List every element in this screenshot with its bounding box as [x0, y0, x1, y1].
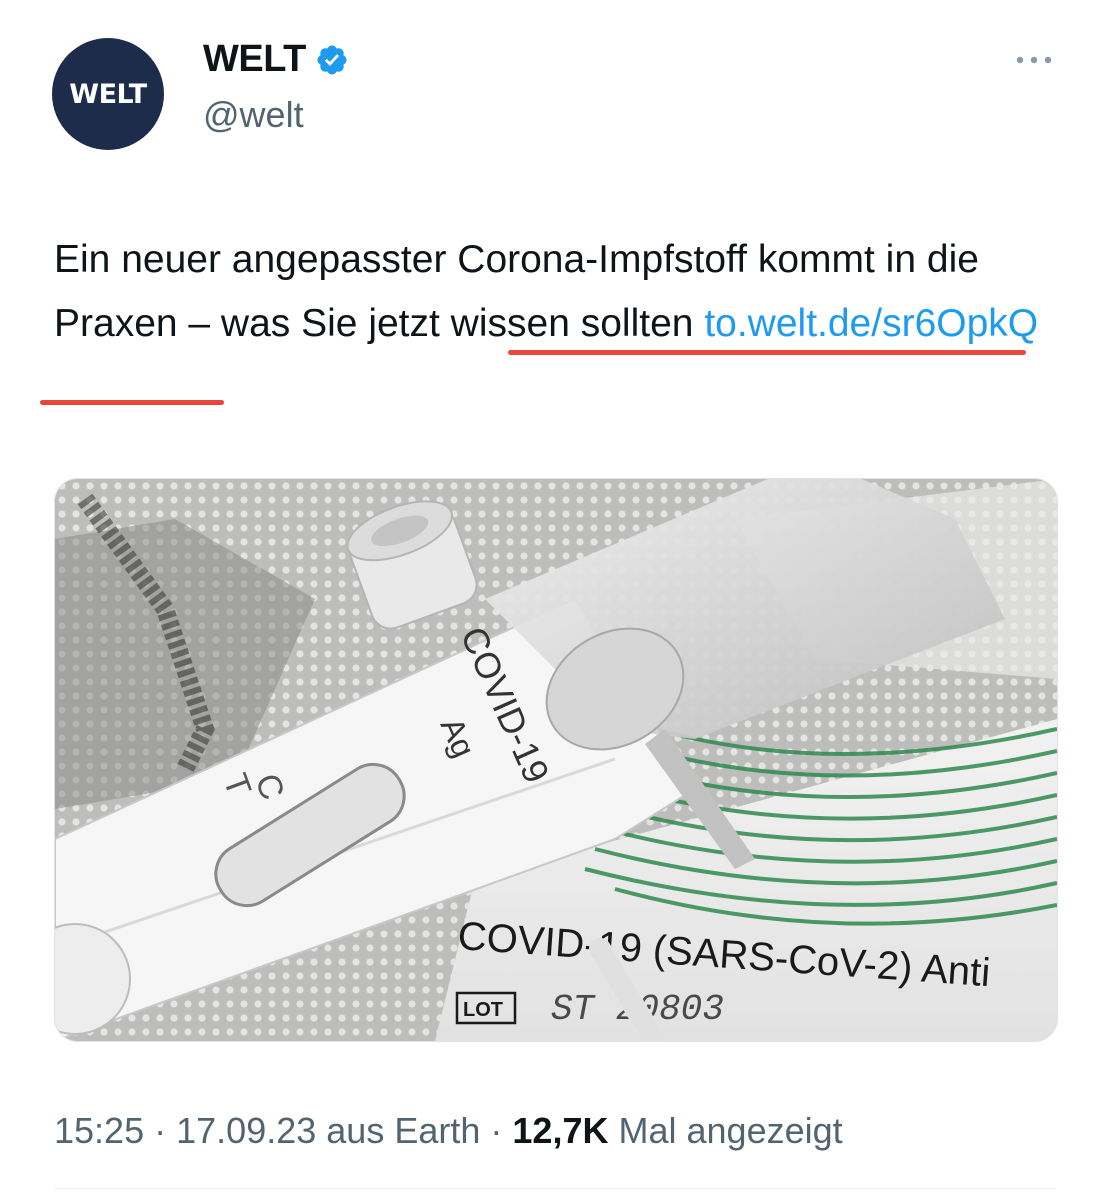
handle[interactable]: @welt [203, 94, 304, 136]
tweet-media-image[interactable]: COVID-19 (SARS-CoV-2) Anti LOT ST 20803 … [54, 478, 1058, 1042]
meta-separator-2: · [490, 1110, 503, 1151]
red-underline-annotation-2 [40, 400, 224, 405]
name-row: WELT [203, 38, 349, 81]
views-count[interactable]: 12,7K [512, 1110, 608, 1151]
verified-badge-icon [317, 44, 347, 75]
views-label: Mal angezeigt [618, 1110, 843, 1151]
media-illustration: COVID-19 (SARS-CoV-2) Anti LOT ST 20803 … [55, 479, 1057, 1041]
avatar-logo-text: WELT [69, 78, 147, 110]
more-options-icon[interactable] [1014, 52, 1054, 68]
divider [54, 1188, 1056, 1189]
tweet-date[interactable]: 17.09.23 [176, 1110, 316, 1151]
lot-label: LOT [463, 999, 503, 1021]
tweet-meta: 15:25 · 17.09.23 aus Earth · 12,7K Mal a… [54, 1110, 843, 1152]
tweet-time[interactable]: 15:25 [54, 1110, 144, 1151]
tweet-text: Ein neuer angepasster Corona-Impfstoff k… [54, 228, 1064, 356]
display-name[interactable]: WELT [203, 38, 306, 81]
avatar[interactable]: WELT [52, 38, 164, 150]
red-underline-annotation-1 [508, 350, 1026, 355]
tweet-source: aus Earth [326, 1110, 481, 1151]
tweet-link[interactable]: to.welt.de/sr6OpkQ [704, 302, 1038, 345]
meta-separator-1: · [154, 1110, 167, 1151]
